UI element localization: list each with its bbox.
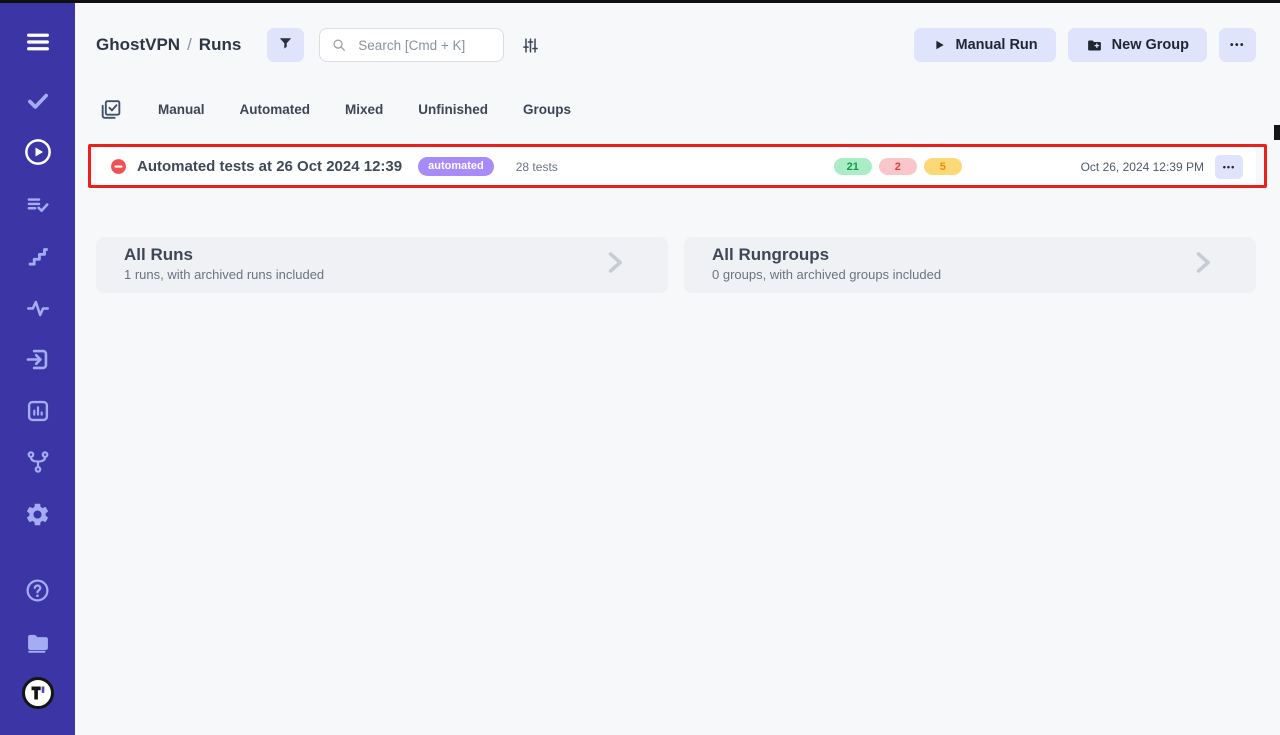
hamburger-menu-icon[interactable]: [0, 28, 75, 56]
run-row-wrapper: Automated tests at 26 Oct 2024 12:39 aut…: [96, 148, 1256, 185]
analytics-chart-icon[interactable]: [0, 398, 75, 424]
play-icon: [932, 38, 946, 52]
skipped-count-pill: 5: [924, 158, 962, 175]
page-header: GhostVPN/Runs Manual Run New Group •••: [75, 23, 1280, 67]
all-rungroups-title: All Rungroups: [712, 245, 1228, 265]
chevron-right-icon: [601, 249, 628, 281]
summary-cards: All Runs 1 runs, with archived runs incl…: [96, 237, 1256, 293]
top-black-bar: [0, 0, 1280, 3]
scrollbar-thumb[interactable]: [1274, 125, 1280, 140]
tab-groups[interactable]: Groups: [523, 102, 571, 117]
branch-fork-icon[interactable]: [0, 449, 75, 475]
tab-mixed[interactable]: Mixed: [345, 102, 383, 117]
projects-folder-icon[interactable]: [0, 629, 75, 657]
run-stats: 21 2 5: [834, 158, 962, 175]
run-more-button[interactable]: •••: [1215, 155, 1243, 179]
run-tests-count: 28 tests: [516, 160, 558, 174]
all-rungroups-card[interactable]: All Rungroups 0 groups, with archived gr…: [684, 237, 1256, 293]
passed-count-pill: 21: [834, 158, 872, 175]
run-date: Oct 26, 2024 12:39 PM: [1081, 160, 1204, 174]
test-plans-icon[interactable]: [0, 192, 75, 218]
run-type-badge: automated: [418, 157, 494, 176]
new-group-button[interactable]: New Group: [1068, 28, 1207, 62]
play-circle-icon[interactable]: [0, 137, 75, 167]
tab-unfinished[interactable]: Unfinished: [418, 102, 488, 117]
testomat-logo[interactable]: [0, 676, 75, 710]
manual-run-button[interactable]: Manual Run: [914, 28, 1055, 62]
tabs-bar: Manual Automated Mixed Unfinished Groups: [98, 97, 1256, 122]
run-row[interactable]: Automated tests at 26 Oct 2024 12:39 aut…: [96, 148, 1256, 185]
search-box[interactable]: [319, 28, 504, 62]
folder-plus-icon: [1086, 37, 1103, 54]
run-title: Automated tests at 26 Oct 2024 12:39: [137, 158, 402, 175]
pulse-activity-icon[interactable]: [0, 295, 75, 321]
breadcrumb-separator: /: [180, 35, 199, 54]
search-input[interactable]: [356, 37, 486, 54]
gear-settings-icon[interactable]: [0, 501, 75, 528]
breadcrumb: GhostVPN/Runs: [96, 35, 241, 55]
main-content: GhostVPN/Runs Manual Run New Group •••: [75, 3, 1280, 735]
search-icon: [331, 37, 348, 54]
help-question-icon[interactable]: [0, 577, 75, 604]
all-runs-card[interactable]: All Runs 1 runs, with archived runs incl…: [96, 237, 668, 293]
manual-run-label: Manual Run: [955, 37, 1037, 53]
adjustments-sliders-icon[interactable]: [521, 36, 540, 55]
import-login-icon[interactable]: [0, 346, 75, 373]
filter-button[interactable]: [267, 28, 304, 62]
header-more-button[interactable]: •••: [1219, 28, 1256, 62]
breadcrumb-current: Runs: [199, 35, 242, 54]
tab-automated[interactable]: Automated: [240, 102, 311, 117]
sidebar: [0, 0, 75, 735]
all-runs-subtitle: 1 runs, with archived runs included: [124, 267, 640, 282]
funnel-icon: [277, 35, 294, 56]
steps-icon[interactable]: [0, 243, 75, 269]
chevron-right-icon: [1189, 249, 1216, 281]
failed-count-pill: 2: [879, 158, 917, 175]
all-runs-title: All Runs: [124, 245, 640, 265]
new-group-label: New Group: [1112, 37, 1189, 53]
status-failed-icon: [110, 158, 127, 175]
select-all-icon[interactable]: [98, 97, 123, 122]
check-icon[interactable]: [0, 88, 75, 114]
breadcrumb-project[interactable]: GhostVPN: [96, 35, 180, 54]
tab-manual[interactable]: Manual: [158, 102, 205, 117]
all-rungroups-subtitle: 0 groups, with archived groups included: [712, 267, 1228, 282]
